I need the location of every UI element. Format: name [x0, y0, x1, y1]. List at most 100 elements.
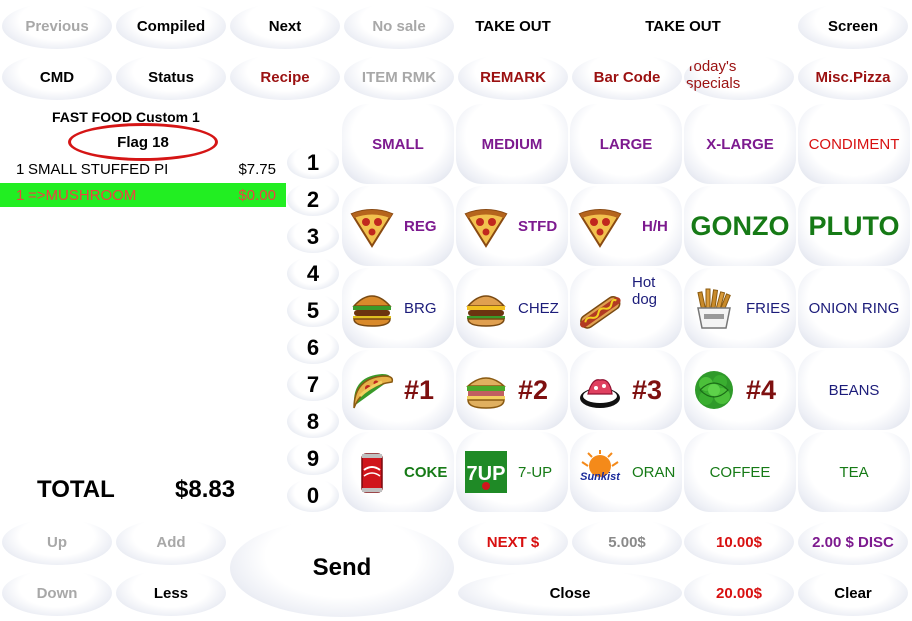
next-button[interactable]: Next: [230, 3, 340, 49]
pizza-slice-icon: [578, 209, 622, 248]
size-medium-button[interactable]: MEDIUM: [456, 104, 568, 184]
beans-button[interactable]: BEANS: [798, 350, 910, 430]
size-medium-label: MEDIUM: [481, 135, 543, 153]
send-button[interactable]: Send: [230, 519, 454, 617]
tea-button[interactable]: TEA: [798, 432, 910, 512]
salad-icon: [695, 371, 733, 409]
pizza-half-half-button[interactable]: H/H: [570, 186, 682, 266]
bar-code-label: Bar Code: [593, 68, 661, 86]
discount-button[interactable]: 2.00 $ DISC: [798, 519, 908, 565]
cmd-button[interactable]: CMD: [2, 54, 112, 100]
next-label: Next: [268, 17, 302, 35]
pizza-regular-button[interactable]: REG: [342, 186, 454, 266]
misc-pizza-button[interactable]: Misc.Pizza: [798, 54, 908, 100]
combo-4-label: #4: [746, 374, 777, 405]
numpad-key-6[interactable]: 6: [287, 331, 339, 364]
order-description: SMALL STUFFED PI: [28, 160, 169, 178]
hamburger-icon: [352, 295, 392, 327]
take-out-label-1: TAKE OUT: [458, 3, 568, 49]
status-label: Status: [148, 68, 194, 86]
todays-specials-button[interactable]: Today's specials: [684, 54, 794, 100]
order-qty: 1: [16, 186, 25, 204]
seven-up-logo-text: 7UP: [467, 463, 506, 485]
close-button[interactable]: Close: [458, 570, 682, 616]
take-out-text-1: TAKE OUT: [475, 17, 551, 35]
numpad-key-7[interactable]: 7: [287, 368, 339, 401]
pluto-button[interactable]: PLUTO: [798, 186, 910, 266]
numpad-key-4[interactable]: 4: [287, 257, 339, 290]
numpad-key-8[interactable]: 8: [287, 405, 339, 438]
taco-icon: [353, 374, 394, 409]
recipe-button[interactable]: Recipe: [230, 54, 340, 100]
coke-button[interactable]: COKE: [342, 432, 454, 512]
five-dollar-label: 5.00$: [608, 533, 646, 551]
pizza-stuffed-button[interactable]: STFD: [456, 186, 568, 266]
orange-soda-label: ORAN: [632, 463, 676, 481]
pizza-half-half-label: H/H: [642, 217, 668, 235]
size-small-button[interactable]: SMALL: [342, 104, 454, 184]
combo-4-button[interactable]: #4: [684, 350, 796, 430]
status-button[interactable]: Status: [116, 54, 226, 100]
no-sale-button[interactable]: No sale: [344, 3, 454, 49]
total-value: $8.83: [175, 476, 236, 503]
coke-can-icon: [361, 453, 383, 493]
seven-up-button[interactable]: 7UP 7-UP: [456, 432, 568, 512]
combo-3-button[interactable]: #3: [570, 350, 682, 430]
add-button[interactable]: Add: [116, 519, 226, 565]
screen-button[interactable]: Screen: [798, 3, 908, 49]
fries-icon: [697, 288, 731, 329]
burger-button[interactable]: BRG: [342, 268, 454, 348]
cheeseburger-button[interactable]: CHEZ: [456, 268, 568, 348]
fries-button[interactable]: FRIES: [684, 268, 796, 348]
twenty-dollar-label: 20.00$: [716, 584, 762, 602]
clear-label: Clear: [834, 584, 872, 602]
gonzo-label: GONZO: [690, 210, 790, 241]
order-line-item[interactable]: 1 SMALL STUFFED PI $7.75: [0, 157, 286, 181]
coffee-button[interactable]: COFFEE: [684, 432, 796, 512]
scroll-down-button[interactable]: Down: [2, 570, 112, 616]
next-dollar-button[interactable]: NEXT $: [458, 519, 568, 565]
tea-label: TEA: [839, 463, 869, 481]
send-label: Send: [312, 554, 372, 581]
gonzo-button[interactable]: GONZO: [684, 186, 796, 266]
recipe-label: Recipe: [260, 68, 310, 86]
size-large-button[interactable]: LARGE: [570, 104, 682, 184]
pluto-label: PLUTO: [808, 210, 900, 241]
numpad-key-1[interactable]: 1: [287, 146, 339, 179]
previous-label: Previous: [25, 17, 89, 35]
numpad-key-2[interactable]: 2: [287, 183, 339, 216]
remark-button[interactable]: REMARK: [458, 54, 568, 100]
seven-up-label: 7-UP: [518, 463, 553, 481]
less-label: Less: [153, 584, 189, 602]
ten-dollar-button[interactable]: 10.00$: [684, 519, 794, 565]
screen-label: Screen: [827, 17, 879, 35]
misc-pizza-label: Misc.Pizza: [815, 68, 891, 86]
onion-ring-button[interactable]: ONION RING: [798, 268, 910, 348]
numpad-key-5[interactable]: 5: [287, 294, 339, 327]
combo-2-button[interactable]: #2: [456, 350, 568, 430]
condiment-button[interactable]: CONDIMENT: [798, 104, 910, 184]
combo-1-button[interactable]: #1: [342, 350, 454, 430]
order-price: $0.00: [238, 186, 276, 204]
order-line-item-selected[interactable]: 1 =>MUSHROOM $0.00: [0, 183, 286, 207]
bar-code-button[interactable]: Bar Code: [572, 54, 682, 100]
burger-label: BRG: [404, 299, 437, 317]
less-button[interactable]: Less: [116, 570, 226, 616]
hotdog-button[interactable]: Hot dog: [570, 268, 682, 348]
clear-button[interactable]: Clear: [798, 570, 908, 616]
compiled-button[interactable]: Compiled: [116, 3, 226, 49]
coffee-label: COFFEE: [709, 463, 771, 481]
numpad-key-0[interactable]: 0: [287, 479, 339, 512]
twenty-dollar-button[interactable]: 20.00$: [684, 570, 794, 616]
scroll-up-button[interactable]: Up: [2, 519, 112, 565]
size-small-label: SMALL: [372, 135, 424, 153]
sunkist-logo-icon: Sunkist: [580, 450, 621, 483]
item-remark-button[interactable]: ITEM RMK: [344, 54, 454, 100]
size-xlarge-button[interactable]: X-LARGE: [684, 104, 796, 184]
numpad-key-3[interactable]: 3: [287, 220, 339, 253]
numpad-key-9[interactable]: 9: [287, 442, 339, 475]
five-dollar-button[interactable]: 5.00$: [572, 519, 682, 565]
previous-button[interactable]: Previous: [2, 3, 112, 49]
size-xlarge-label: X-LARGE: [706, 135, 774, 153]
orange-soda-button[interactable]: Sunkist ORAN: [570, 432, 682, 512]
